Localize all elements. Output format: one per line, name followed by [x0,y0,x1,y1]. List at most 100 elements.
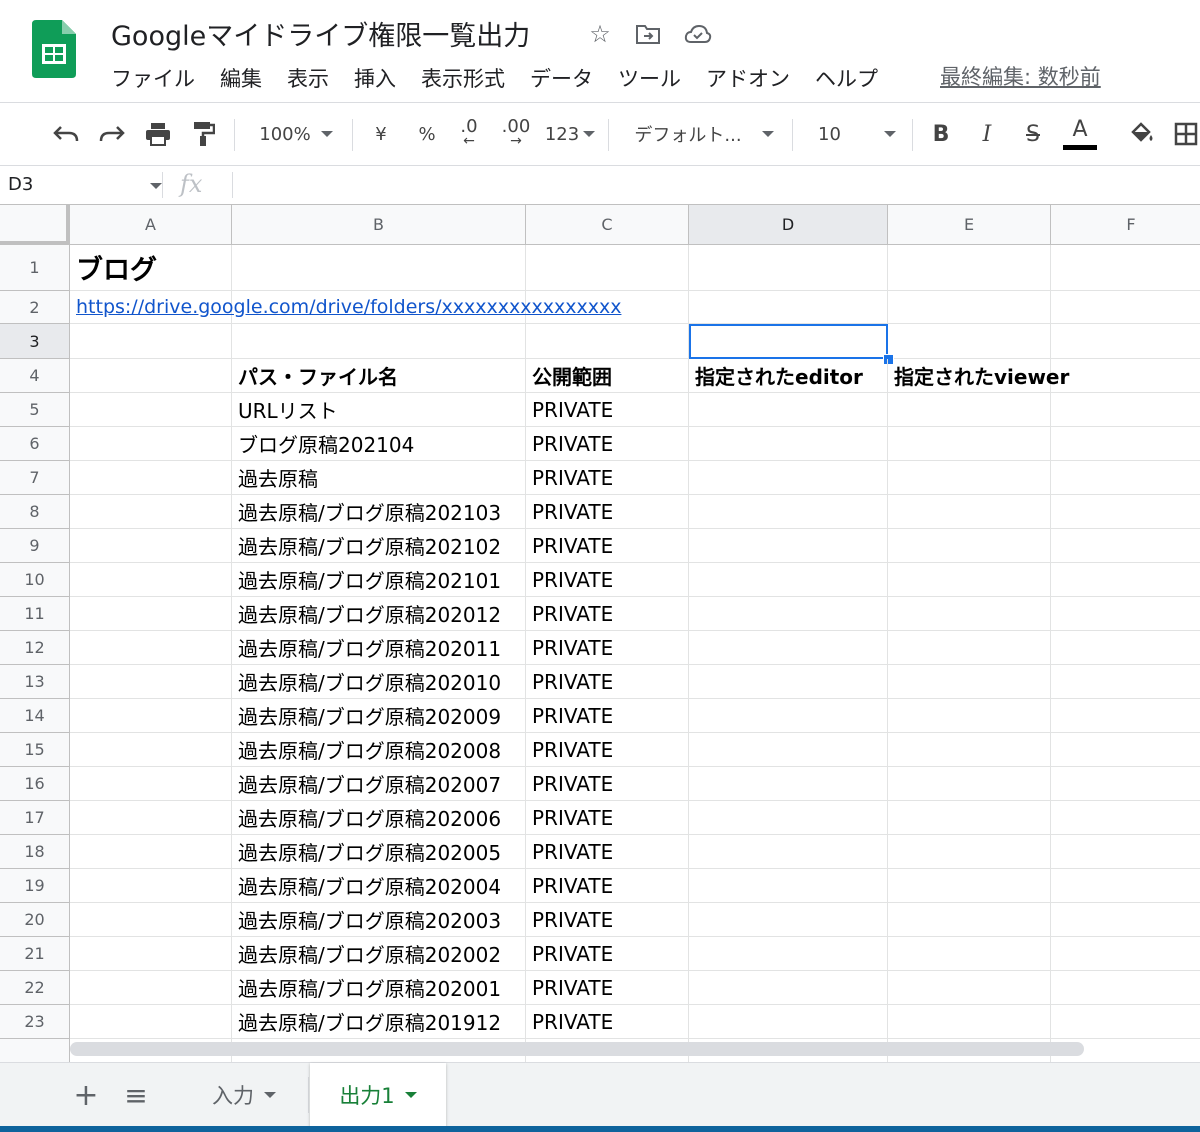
cell[interactable] [70,971,232,1005]
horizontal-scrollbar[interactable] [70,1042,1084,1056]
row-header[interactable]: 1 [0,245,70,291]
cell[interactable] [1051,869,1200,903]
cell-path[interactable]: 過去原稿/ブログ原稿202011 [232,631,526,665]
column-header-a[interactable]: A [70,205,232,245]
cell[interactable] [689,937,888,971]
cell[interactable] [888,245,1051,291]
cell[interactable] [70,631,232,665]
cell-visibility[interactable]: PRIVATE [526,903,689,937]
bold-button[interactable]: B [926,103,956,165]
cell[interactable] [526,245,689,291]
cell[interactable] [70,699,232,733]
menu-edit[interactable]: 編集 [220,63,262,93]
cell[interactable] [689,733,888,767]
cell[interactable] [70,1005,232,1039]
cell-visibility[interactable]: PRIVATE [526,767,689,801]
star-icon[interactable]: ☆ [586,20,614,48]
spreadsheet-grid[interactable]: ABCDEF 1 ブログ 2 https://drive.google.com/dri… [0,205,1200,1063]
cell[interactable] [689,563,888,597]
cell[interactable] [1051,597,1200,631]
cell[interactable] [1051,563,1200,597]
sheet-tab-output1[interactable]: 出力1 [310,1063,446,1127]
cell-path[interactable]: 過去原稿/ブログ原稿202010 [232,665,526,699]
cell-visibility[interactable]: PRIVATE [526,1005,689,1039]
percent-format-button[interactable]: % [412,103,442,165]
paint-format-icon[interactable] [186,103,222,165]
cell[interactable] [70,529,232,563]
cell[interactable] [1051,801,1200,835]
row-header[interactable]: 18 [0,835,70,869]
cell[interactable] [232,324,526,359]
name-box[interactable]: D3 [8,174,33,195]
cell[interactable] [70,801,232,835]
cell[interactable] [888,801,1051,835]
cell-visibility[interactable]: PRIVATE [526,937,689,971]
cell[interactable] [689,835,888,869]
cell[interactable] [689,529,888,563]
menu-addons[interactable]: アドオン [706,63,790,93]
cell[interactable] [1051,245,1200,291]
cell[interactable] [232,245,526,291]
cell[interactable] [888,495,1051,529]
menu-data[interactable]: データ [530,63,593,93]
menu-format[interactable]: 表示形式 [421,63,505,93]
cell[interactable] [70,665,232,699]
cell[interactable] [888,869,1051,903]
cell-visibility[interactable]: PRIVATE [526,461,689,495]
currency-format-button[interactable]: ¥ [366,103,396,165]
cell[interactable] [888,291,1051,324]
cell[interactable] [1051,733,1200,767]
cell-path[interactable]: URLリスト [232,393,526,427]
cell[interactable] [70,903,232,937]
cell[interactable] [888,835,1051,869]
row-header[interactable]: 5 [0,393,70,427]
row-header[interactable]: 8 [0,495,70,529]
select-all-corner[interactable] [0,205,70,245]
cell-path[interactable]: 過去原稿/ブログ原稿202004 [232,869,526,903]
menu-insert[interactable]: 挿入 [354,63,396,93]
cell[interactable] [1051,835,1200,869]
cell-visibility[interactable]: PRIVATE [526,971,689,1005]
cell[interactable] [70,563,232,597]
cell[interactable] [888,427,1051,461]
document-title[interactable]: Googleマイドライブ権限一覧出力 [111,14,530,53]
cell-visibility[interactable]: PRIVATE [526,563,689,597]
cell[interactable] [689,971,888,1005]
row-header[interactable]: 19 [0,869,70,903]
cell[interactable] [689,597,888,631]
cell[interactable] [888,699,1051,733]
cell-path[interactable]: 過去原稿/ブログ原稿202102 [232,529,526,563]
borders-icon[interactable] [1174,103,1200,165]
cell-path[interactable]: 過去原稿/ブログ原稿201912 [232,1005,526,1039]
cell-path[interactable]: 過去原稿/ブログ原稿202101 [232,563,526,597]
row-header[interactable]: 17 [0,801,70,835]
cell-header[interactable]: 公開範囲 [526,359,689,393]
cell[interactable] [888,529,1051,563]
cell-path[interactable]: 過去原稿/ブログ原稿202002 [232,937,526,971]
cell[interactable] [689,1005,888,1039]
formula-input[interactable] [244,168,1184,202]
redo-icon[interactable] [94,103,130,165]
cell-visibility[interactable]: PRIVATE [526,393,689,427]
row-header[interactable]: 12 [0,631,70,665]
cell[interactable] [1051,359,1200,393]
menu-view[interactable]: 表示 [287,63,329,93]
cell-visibility[interactable]: PRIVATE [526,631,689,665]
cell-visibility[interactable]: PRIVATE [526,869,689,903]
cell[interactable] [888,461,1051,495]
cell-path[interactable]: 過去原稿/ブログ原稿202005 [232,835,526,869]
zoom-select[interactable]: 100% [250,103,342,165]
strikethrough-button[interactable]: S [1018,103,1048,165]
cell[interactable] [1051,393,1200,427]
cell[interactable] [70,427,232,461]
cell[interactable] [689,427,888,461]
row-header[interactable]: 21 [0,937,70,971]
cell-header[interactable]: 指定されたeditor [689,359,888,393]
cell[interactable] [70,359,232,393]
cell[interactable] [888,324,1051,359]
cell[interactable] [1051,631,1200,665]
cell[interactable] [1051,903,1200,937]
cell[interactable] [689,801,888,835]
row-header[interactable]: 13 [0,665,70,699]
last-edit-link[interactable]: 最終編集: 数秒前 [940,61,1101,91]
